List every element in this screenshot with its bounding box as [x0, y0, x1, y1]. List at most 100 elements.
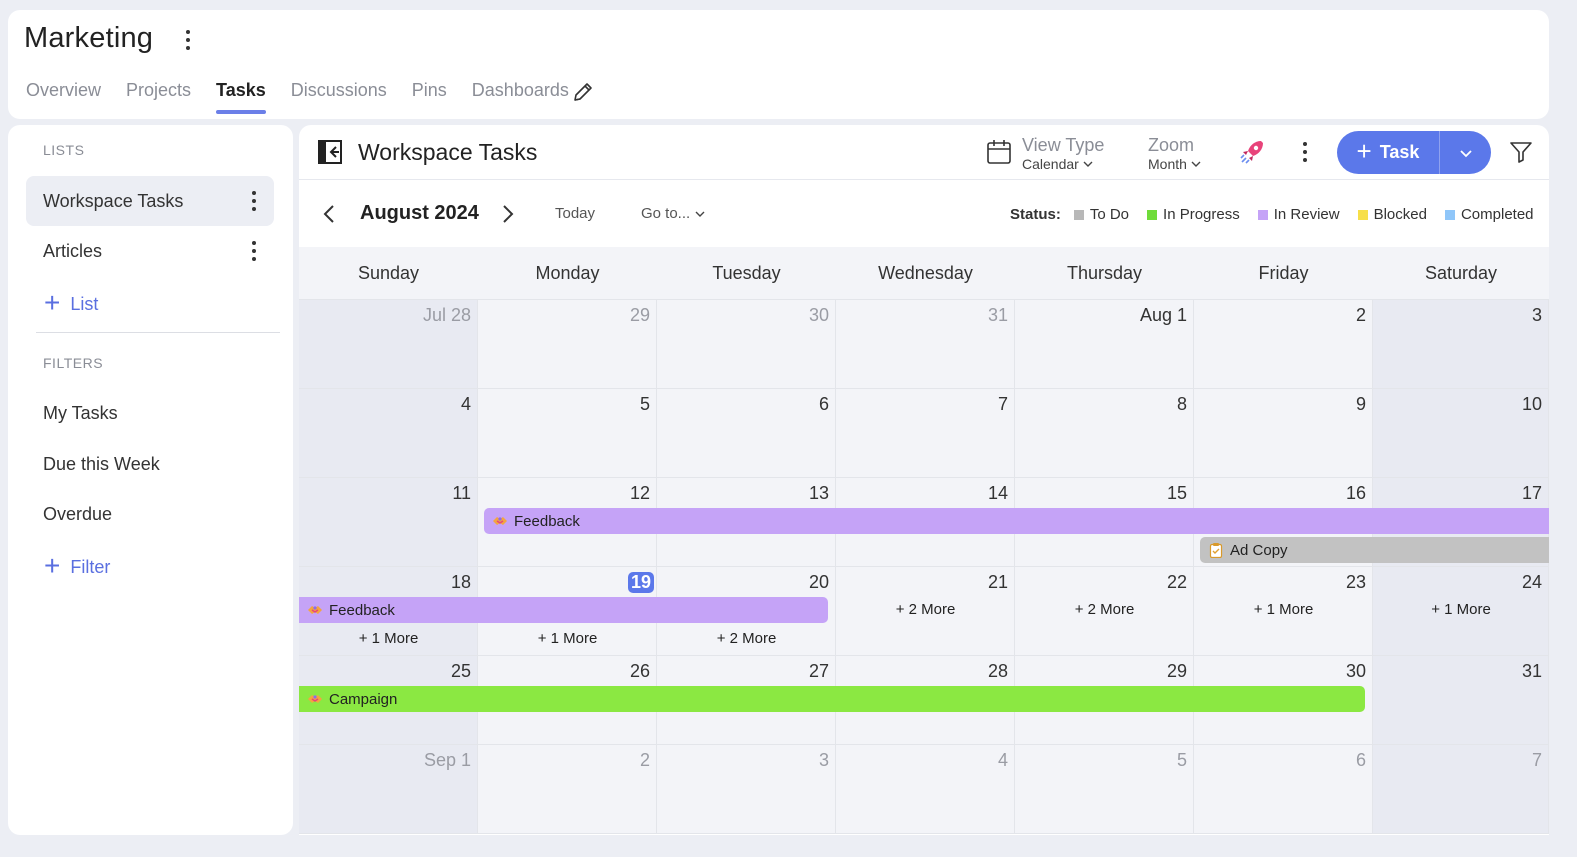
day-number: 15 — [1166, 483, 1187, 503]
sidebar-item-label: Due this Week — [43, 454, 160, 474]
month-label: August 2024 — [360, 202, 479, 224]
day-number: 4 — [997, 750, 1008, 770]
previous-month-icon[interactable] — [320, 203, 340, 225]
sidebar-item-articles[interactable]: Articles — [26, 226, 274, 276]
calendar-day-cell[interactable]: 31 — [1373, 656, 1549, 745]
list-more-icon[interactable] — [246, 191, 262, 211]
weekday-sunday: Sunday — [357, 262, 420, 283]
task-bar-campaign[interactable]: Campaign — [299, 686, 1365, 712]
sidebar-item-my-tasks[interactable]: My Tasks — [26, 388, 274, 438]
status-legend-title: Status: — [1010, 206, 1061, 223]
list-more-icon[interactable] — [246, 241, 262, 261]
calendar-day-cell[interactable]: Aug 1 — [1015, 300, 1194, 389]
task-bar-ad-copy[interactable]: Ad Copy — [1200, 537, 1549, 563]
calendar-icon — [987, 140, 1011, 164]
calendar-day-cell[interactable]: 31 — [836, 300, 1015, 389]
calendar-day-cell[interactable]: 8 — [1015, 389, 1194, 478]
task-bar-label: Feedback — [329, 601, 395, 619]
day-number: 22 — [1166, 572, 1187, 592]
day-number: 18 — [450, 572, 471, 592]
legend-item-blocked: Blocked — [1357, 206, 1427, 223]
collapse-sidebar-icon[interactable] — [318, 140, 342, 164]
task-bar-feedback[interactable]: Feedback — [484, 508, 1549, 534]
tab-discussions[interactable]: Discussions — [291, 80, 387, 114]
day-number: 6 — [818, 394, 829, 414]
sidebar-item-overdue[interactable]: Overdue — [26, 489, 274, 539]
goto-label: Go to... — [641, 205, 691, 222]
calendar-day-cell[interactable]: 4 — [299, 389, 478, 478]
add-list-button[interactable]: + List — [44, 289, 99, 317]
lists-section-title: LISTS — [43, 142, 85, 158]
calendar-week-row: Jul 28 29 30 31 Aug 1 2 3 — [299, 300, 1549, 389]
calendar-day-cell[interactable]: 7 — [1373, 745, 1549, 834]
tab-projects[interactable]: Projects — [126, 80, 191, 114]
chevron-down-icon — [695, 211, 705, 217]
calendar-day-cell[interactable]: 5 — [1015, 745, 1194, 834]
workspace-title: Marketing — [24, 22, 154, 54]
day-number: 30 — [808, 305, 829, 325]
legend-item-completed: Completed — [1444, 206, 1534, 223]
more-tasks-link[interactable]: + 1 More — [478, 630, 657, 647]
day-number: 13 — [808, 483, 829, 503]
chevron-down-icon — [1191, 161, 1201, 167]
calendar-day-cell[interactable]: 6 — [1194, 745, 1373, 834]
add-filter-button[interactable]: + Filter — [44, 552, 110, 580]
workspace-more-icon[interactable] — [180, 28, 196, 52]
task-bar-feedback[interactable]: Feedback — [299, 597, 828, 623]
day-number: 10 — [1521, 394, 1542, 414]
calendar-day-cell[interactable]: 6 — [657, 389, 836, 478]
more-tasks-link[interactable]: + 1 More — [1194, 601, 1373, 618]
next-month-icon[interactable] — [497, 203, 517, 225]
day-number: 7 — [997, 394, 1008, 414]
more-tasks-link[interactable]: + 2 More — [1015, 601, 1194, 618]
calendar-day-cell[interactable]: 7 — [836, 389, 1015, 478]
zoom-select[interactable]: Zoom Month — [1148, 135, 1201, 173]
calendar-day-cell[interactable]: 29 — [478, 300, 657, 389]
calendar-day-cell[interactable]: 2 — [1194, 300, 1373, 389]
weekday-monday: Monday — [535, 262, 600, 283]
weekday-header: Sunday Monday Tuesday Wednesday Thursday Frid… — [299, 247, 1549, 300]
add-task-button[interactable]: + Task — [1337, 131, 1491, 174]
more-tasks-link[interactable]: + 1 More — [1373, 601, 1549, 618]
calendar-day-cell[interactable]: 11 — [299, 478, 478, 567]
task-bar-label: Ad Copy — [1230, 541, 1288, 559]
day-number: 4 — [460, 394, 471, 414]
edit-tabs-pencil-icon[interactable] — [571, 80, 595, 104]
legend-swatch — [1357, 209, 1368, 220]
sidebar-item-due-this-week[interactable]: Due this Week — [26, 439, 274, 489]
tab-pins[interactable]: Pins — [412, 80, 447, 114]
day-number: 16 — [1345, 483, 1366, 503]
tab-dashboards[interactable]: Dashboards — [472, 80, 569, 114]
calendar-day-cell[interactable]: 5 — [478, 389, 657, 478]
calendar-day-cell[interactable]: Jul 28 — [299, 300, 478, 389]
sidebar: LISTS Workspace Tasks Articles + List FI… — [8, 125, 293, 835]
more-options-icon[interactable] — [1297, 142, 1313, 162]
goto-dropdown[interactable]: Go to... — [641, 205, 705, 222]
rocket-icon[interactable] — [1237, 137, 1267, 167]
more-tasks-link[interactable]: + 2 More — [836, 601, 1015, 618]
add-list-label: List — [70, 294, 99, 314]
calendar-day-cell[interactable]: 2 — [478, 745, 657, 834]
sidebar-item-workspace-tasks[interactable]: Workspace Tasks — [26, 176, 274, 226]
filter-icon[interactable] — [1509, 140, 1533, 164]
calendar-day-cell[interactable]: 9 — [1194, 389, 1373, 478]
filters-section-title: FILTERS — [43, 355, 104, 371]
weekday-friday: Friday — [1258, 262, 1309, 283]
task-options-dropdown[interactable] — [1440, 131, 1491, 174]
calendar-day-cell[interactable]: 3 — [657, 745, 836, 834]
view-type-select[interactable]: View Type Calendar — [1022, 135, 1104, 173]
calendar-day-cell[interactable]: 3 — [1373, 300, 1549, 389]
today-button[interactable]: Today — [555, 205, 595, 222]
day-number: 7 — [1531, 750, 1542, 770]
calendar-day-cell[interactable]: 10 — [1373, 389, 1549, 478]
more-tasks-link[interactable]: + 1 More — [299, 630, 478, 647]
day-number: 29 — [1166, 661, 1187, 681]
calendar-day-cell[interactable]: 4 — [836, 745, 1015, 834]
tab-tasks[interactable]: Tasks — [216, 80, 266, 114]
calendar-day-cell[interactable]: 30 — [657, 300, 836, 389]
calendar-day-cell[interactable]: Sep 1 — [299, 745, 478, 834]
tab-overview[interactable]: Overview — [26, 80, 101, 114]
workspace-header: Marketing Overview Projects Tasks Discus… — [8, 10, 1549, 119]
more-tasks-link[interactable]: + 2 More — [657, 630, 836, 647]
day-number: 12 — [629, 483, 650, 503]
